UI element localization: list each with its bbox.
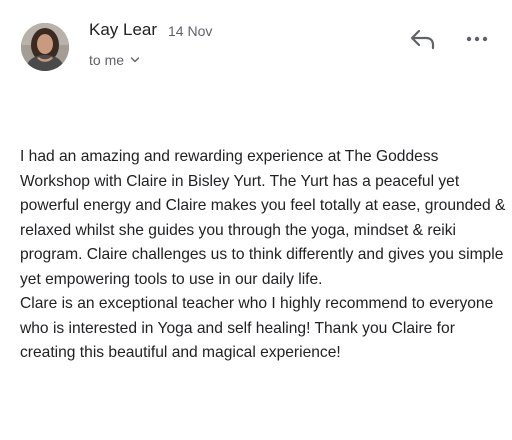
chevron-down-icon bbox=[130, 57, 140, 63]
recipient-details-toggle[interactable]: to me bbox=[89, 52, 140, 68]
sender-name: Kay Lear bbox=[89, 20, 158, 39]
email-body: I had an amazing and rewarding experienc… bbox=[20, 145, 510, 366]
sender-avatar[interactable] bbox=[21, 23, 69, 71]
more-options-icon bbox=[466, 36, 488, 42]
body-paragraph-1: I had an amazing and rewarding experienc… bbox=[20, 148, 506, 288]
email-header: Kay Lear 14 Nov to me bbox=[0, 0, 512, 90]
reply-arrow-icon bbox=[410, 29, 435, 50]
reply-button[interactable] bbox=[408, 26, 438, 52]
body-paragraph-2: Clare is an exceptional teacher who I hi… bbox=[20, 295, 494, 361]
more-options-button[interactable] bbox=[464, 30, 490, 48]
recipient-label: to me bbox=[89, 52, 125, 68]
avatar-photo-icon bbox=[21, 23, 69, 71]
email-date: 14 Nov bbox=[168, 23, 213, 39]
